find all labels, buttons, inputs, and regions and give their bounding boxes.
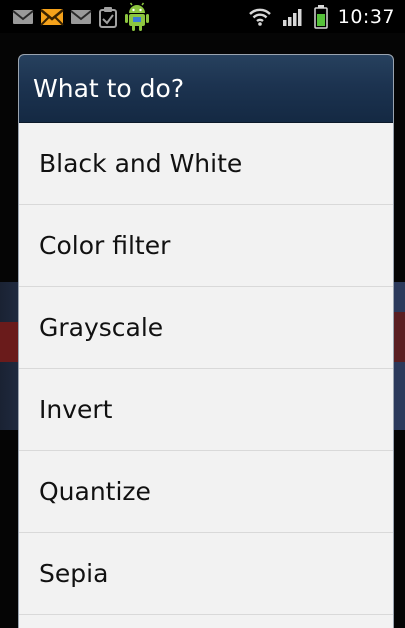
wifi-icon: [248, 7, 272, 27]
status-bar: 10:37: [0, 0, 405, 33]
battery-icon: [313, 4, 328, 29]
system-status: 10:37: [248, 4, 405, 29]
android-icon: [124, 2, 150, 32]
screen: 10:37 What to do? Black and White Color …: [0, 0, 405, 628]
filter-dialog: What to do? Black and White Color filter…: [18, 54, 394, 628]
option-quantize[interactable]: Quantize: [19, 451, 393, 533]
option-invert[interactable]: Invert: [19, 369, 393, 451]
notification-icons[interactable]: [0, 2, 150, 32]
option-black-and-white[interactable]: Black and White: [19, 123, 393, 205]
option-list: Black and White Color filter Grayscale I…: [19, 123, 393, 615]
gmail-icon: [70, 8, 92, 26]
dialog-title: What to do?: [33, 74, 185, 103]
gmail-icon: [12, 8, 34, 26]
signal-icon: [282, 7, 304, 27]
option-sepia[interactable]: Sepia: [19, 533, 393, 615]
email-icon: [40, 7, 64, 27]
clock: 10:37: [337, 5, 395, 28]
dialog-header: What to do?: [19, 55, 393, 123]
clipboard-check-icon: [98, 6, 118, 28]
option-color-filter[interactable]: Color filter: [19, 205, 393, 287]
option-grayscale[interactable]: Grayscale: [19, 287, 393, 369]
